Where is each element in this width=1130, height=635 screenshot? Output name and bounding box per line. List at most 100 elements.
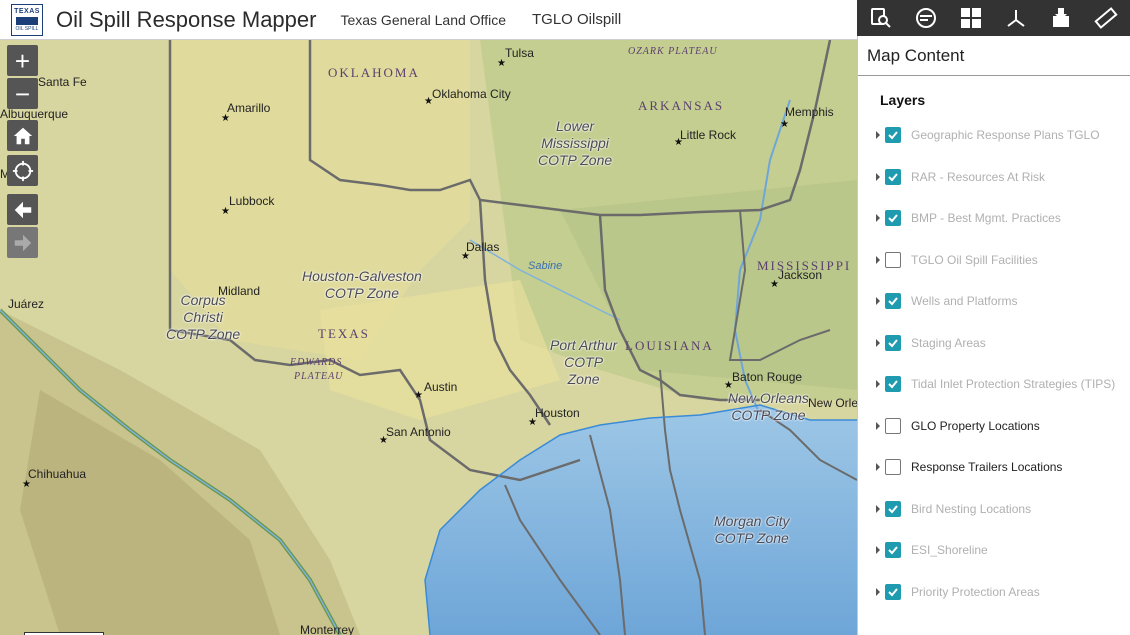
layer-item[interactable]: Response Trailers Locations	[876, 455, 1062, 479]
layer-item[interactable]: RAR - Resources At Risk	[876, 165, 1045, 189]
expand-caret-icon[interactable]	[876, 504, 880, 513]
layer-item[interactable]: Geographic Response Plans TGLO	[876, 123, 1100, 147]
expand-caret-icon[interactable]	[876, 546, 880, 554]
plus-icon: +	[14, 45, 31, 76]
checkmark-icon	[888, 504, 898, 513]
arrow-right-icon	[14, 234, 31, 251]
checkmark-icon	[888, 338, 898, 347]
texas-glo-logo[interactable]: TEXAS OIL SPILL	[11, 3, 43, 36]
basemap	[0, 40, 857, 635]
layer-checkbox[interactable]	[885, 542, 901, 558]
city-marker: ★	[461, 251, 470, 262]
previous-extent-button[interactable]	[7, 194, 38, 225]
layer-checkbox[interactable]	[885, 417, 901, 434]
expand-caret-icon[interactable]	[876, 131, 880, 139]
home-icon	[13, 127, 32, 144]
coordinate-button[interactable]	[998, 1, 1034, 35]
layer-name: Response Trailers Locations	[911, 460, 1063, 474]
layer-item[interactable]: GLO Property Locations	[876, 414, 1040, 438]
locate-icon	[12, 160, 33, 181]
widget-toolbar	[857, 0, 1130, 36]
layer-checkbox[interactable]	[885, 459, 901, 475]
measure-button[interactable]	[1088, 1, 1124, 35]
search-list-icon	[871, 8, 892, 28]
app-window: TEXAS OIL SPILL Oil Spill Response Mappe…	[0, 0, 1130, 635]
layer-item[interactable]: BMP - Best Mgmt. Practices	[876, 206, 1061, 230]
expand-caret-icon[interactable]	[876, 297, 880, 305]
checkmark-icon	[888, 297, 898, 306]
layer-item[interactable]: Bird Nesting Locations	[876, 497, 1031, 521]
layer-name: RAR - Resources At Risk	[911, 169, 1046, 184]
expand-caret-icon[interactable]	[876, 214, 880, 222]
checkmark-icon	[888, 546, 898, 555]
checkmark-icon	[888, 380, 898, 389]
layers-heading: Layers	[880, 92, 926, 108]
expand-caret-icon[interactable]	[876, 421, 880, 430]
layer-item[interactable]: Staging Areas	[876, 331, 986, 355]
city-marker: ★	[770, 279, 779, 290]
layer-checkbox[interactable]	[885, 168, 901, 185]
checkmark-icon	[888, 587, 898, 596]
home-button[interactable]	[7, 120, 38, 151]
layer-checkbox[interactable]	[885, 127, 901, 143]
expand-caret-icon[interactable]	[876, 587, 880, 596]
layer-item[interactable]: TGLO Oil Spill Facilities	[876, 248, 1038, 272]
download-icon	[1052, 8, 1069, 27]
search-list-button[interactable]	[863, 1, 899, 35]
layer-name: Bird Nesting Locations	[911, 501, 1032, 516]
city-marker: ★	[724, 380, 733, 391]
layer-name: TGLO Oil Spill Facilities	[911, 252, 1038, 267]
layer-checkbox[interactable]	[885, 334, 901, 351]
coordinate-axes-icon	[1007, 10, 1025, 27]
texas-glo-link[interactable]: Texas General Land Office	[340, 12, 506, 28]
logo-bar	[16, 16, 38, 25]
layer-checkbox[interactable]	[885, 376, 901, 392]
tglo-oilspill-link[interactable]: TGLO Oilspill	[532, 11, 621, 28]
locate-button[interactable]	[7, 155, 38, 186]
city-marker: ★	[379, 435, 388, 446]
layer-name: GLO Property Locations	[911, 418, 1040, 433]
city-marker: ★	[528, 417, 537, 428]
zoom-in-button[interactable]: +	[7, 45, 38, 76]
grid-button[interactable]	[953, 1, 989, 35]
layer-checkbox[interactable]	[885, 210, 901, 226]
app-title: Oil Spill Response Mapper	[56, 6, 317, 32]
layer-name: Wells and Platforms	[911, 294, 1018, 308]
city-marker: ★	[22, 479, 31, 490]
layer-name: ESI_Shoreline	[911, 543, 988, 557]
expand-caret-icon[interactable]	[876, 380, 880, 388]
city-marker: ★	[424, 96, 433, 107]
expand-caret-icon[interactable]	[876, 172, 880, 181]
layer-item[interactable]: ESI_Shoreline	[876, 538, 988, 562]
city-marker: ★	[221, 206, 230, 217]
minus-icon: −	[14, 78, 31, 109]
city-marker: ★	[674, 137, 683, 148]
expand-caret-icon[interactable]	[876, 255, 880, 264]
city-marker: ★	[780, 119, 789, 130]
layer-item[interactable]: Tidal Inlet Protection Strategies (TIPS)	[876, 372, 1115, 396]
download-button[interactable]	[1043, 1, 1079, 35]
layer-item[interactable]: Wells and Platforms	[876, 289, 1017, 313]
layer-checkbox[interactable]	[885, 500, 901, 517]
panel-header: Map Content	[858, 36, 1130, 76]
logo-text-bottom: OIL SPILL	[15, 25, 39, 32]
layer-name: Staging Areas	[911, 335, 986, 350]
layer-name: Tidal Inlet Protection Strategies (TIPS)	[911, 377, 1116, 391]
panel-title: Map Content	[867, 45, 965, 65]
checkmark-icon	[888, 172, 898, 181]
expand-caret-icon[interactable]	[876, 338, 880, 347]
layer-checkbox[interactable]	[885, 293, 901, 309]
layer-name: BMP - Best Mgmt. Practices	[911, 211, 1061, 225]
zoom-out-button[interactable]: −	[7, 78, 38, 109]
city-marker: ★	[414, 390, 423, 401]
map-layers-button[interactable]	[908, 1, 944, 35]
city-marker: ★	[497, 58, 506, 69]
layer-checkbox[interactable]	[885, 251, 901, 268]
layer-item[interactable]: Priority Protection Areas	[876, 580, 1040, 604]
map-view[interactable]: OKLAHOMA ARKANSAS TEXAS MISSISSIPPI LOUI…	[0, 40, 857, 635]
next-extent-button[interactable]	[7, 227, 38, 258]
arrow-left-icon	[14, 201, 31, 218]
layer-checkbox[interactable]	[885, 583, 901, 600]
grid-icon	[961, 8, 982, 28]
expand-caret-icon[interactable]	[876, 463, 880, 471]
